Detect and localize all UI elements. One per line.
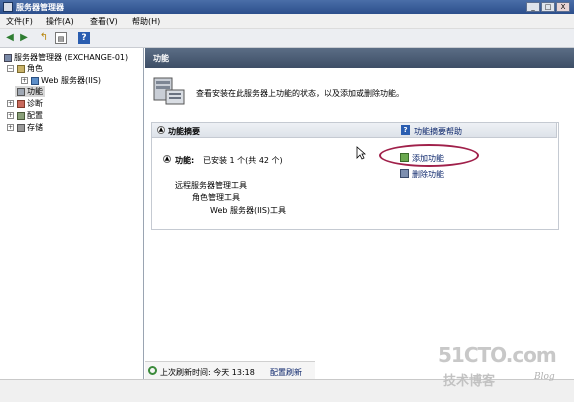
web-server-icon bbox=[31, 76, 39, 85]
tree-item-storage[interactable]: 存储 bbox=[17, 122, 43, 133]
menu-view[interactable]: 查看(V) bbox=[90, 16, 118, 27]
tree-item-diagnostics[interactable]: 诊断 bbox=[17, 98, 43, 109]
tree-item-features[interactable]: 功能 bbox=[15, 86, 45, 97]
tree-item-configuration[interactable]: 配置 bbox=[17, 110, 43, 121]
refresh-status-area: 上次刷新时间: 今天 13:18 配置刷新 bbox=[145, 361, 315, 380]
menu-bar: 文件(F) 操作(A) 查看(V) 帮助(H) bbox=[0, 14, 574, 29]
watermark-brand: 51CTO.com bbox=[438, 343, 557, 367]
help-book-icon: ? bbox=[401, 125, 410, 135]
summary-title: 功能摘要 bbox=[168, 127, 200, 136]
expand-web-role-toggle[interactable]: + bbox=[21, 77, 28, 84]
back-icon[interactable]: ◀ bbox=[4, 32, 16, 44]
panel-header: 功能 bbox=[145, 48, 574, 68]
highlight-annotation bbox=[379, 144, 479, 167]
minimize-button[interactable]: _ bbox=[526, 2, 540, 12]
navigation-tree: 服务器管理器 (EXCHANGE-01) − 角色 + Web 服务器(IIS)… bbox=[0, 48, 144, 379]
installed-feature-remote-admin-tools: 远程服务器管理工具 bbox=[175, 181, 247, 190]
panel-description: 查看安装在此服务器上功能的状态，以及添加或删除功能。 bbox=[196, 89, 404, 98]
menu-action[interactable]: 操作(A) bbox=[46, 16, 74, 27]
title-bar: 服务器管理器 _ □ X bbox=[0, 0, 574, 14]
show-hide-tree-icon[interactable]: ▤ bbox=[55, 32, 67, 44]
expand-configuration-toggle[interactable]: + bbox=[7, 112, 14, 119]
server-manager-icon bbox=[3, 2, 13, 12]
features-summary-header: ▲ 功能摘要 ? 功能摘要帮助 bbox=[151, 122, 557, 138]
installed-label: 功能: bbox=[175, 156, 195, 165]
forward-icon[interactable]: ▶ bbox=[18, 32, 30, 44]
configuration-icon bbox=[17, 111, 25, 120]
server-icon bbox=[4, 53, 12, 62]
expand-diagnostics-toggle[interactable]: + bbox=[7, 100, 14, 107]
configure-refresh-link[interactable]: 配置刷新 bbox=[270, 367, 302, 378]
mouse-cursor-icon bbox=[356, 146, 366, 160]
features-icon bbox=[17, 87, 25, 96]
tree-root[interactable]: 服务器管理器 (EXCHANGE-01) bbox=[4, 52, 128, 63]
watermark-tag: Blog bbox=[534, 372, 555, 382]
expand-roles-toggle[interactable]: − bbox=[7, 65, 14, 72]
collapse-summary-icon[interactable]: ▲ bbox=[157, 126, 165, 134]
menu-help[interactable]: 帮助(H) bbox=[132, 16, 160, 27]
tree-item-web-server[interactable]: Web 服务器(IIS) bbox=[31, 75, 101, 86]
watermark-subtitle: 技术博客 bbox=[443, 374, 496, 389]
up-icon[interactable]: ↰ bbox=[38, 32, 50, 44]
installed-count: 已安装 1 个(共 42 个) bbox=[203, 156, 283, 165]
installed-feature-role-admin-tools: 角色管理工具 bbox=[192, 193, 240, 202]
maximize-button[interactable]: □ bbox=[541, 2, 555, 12]
roles-icon bbox=[17, 64, 25, 73]
collapse-installed-icon[interactable]: ▲ bbox=[163, 155, 171, 163]
refresh-icon[interactable] bbox=[148, 366, 157, 375]
help-icon[interactable]: ? bbox=[78, 32, 90, 44]
storage-icon bbox=[17, 123, 25, 132]
last-refresh-label: 上次刷新时间: 今天 13:18 bbox=[160, 368, 255, 377]
tree-item-roles[interactable]: 角色 bbox=[17, 63, 43, 74]
close-button[interactable]: X bbox=[556, 2, 570, 12]
summary-help-link[interactable]: 功能摘要帮助 bbox=[414, 126, 462, 137]
menu-file[interactable]: 文件(F) bbox=[6, 16, 33, 27]
remove-features-link[interactable]: 删除功能 bbox=[412, 169, 444, 180]
features-large-icon bbox=[153, 77, 185, 105]
installed-feature-iis-tools: Web 服务器(IIS)工具 bbox=[210, 206, 287, 215]
window-title: 服务器管理器 bbox=[16, 3, 64, 12]
panel-title: 功能 bbox=[153, 54, 169, 63]
toolbar: ◀ ▶ ↰ ▤ ? bbox=[0, 29, 574, 48]
remove-features-icon bbox=[400, 169, 409, 178]
diagnostics-icon bbox=[17, 99, 25, 108]
expand-storage-toggle[interactable]: + bbox=[7, 124, 14, 131]
